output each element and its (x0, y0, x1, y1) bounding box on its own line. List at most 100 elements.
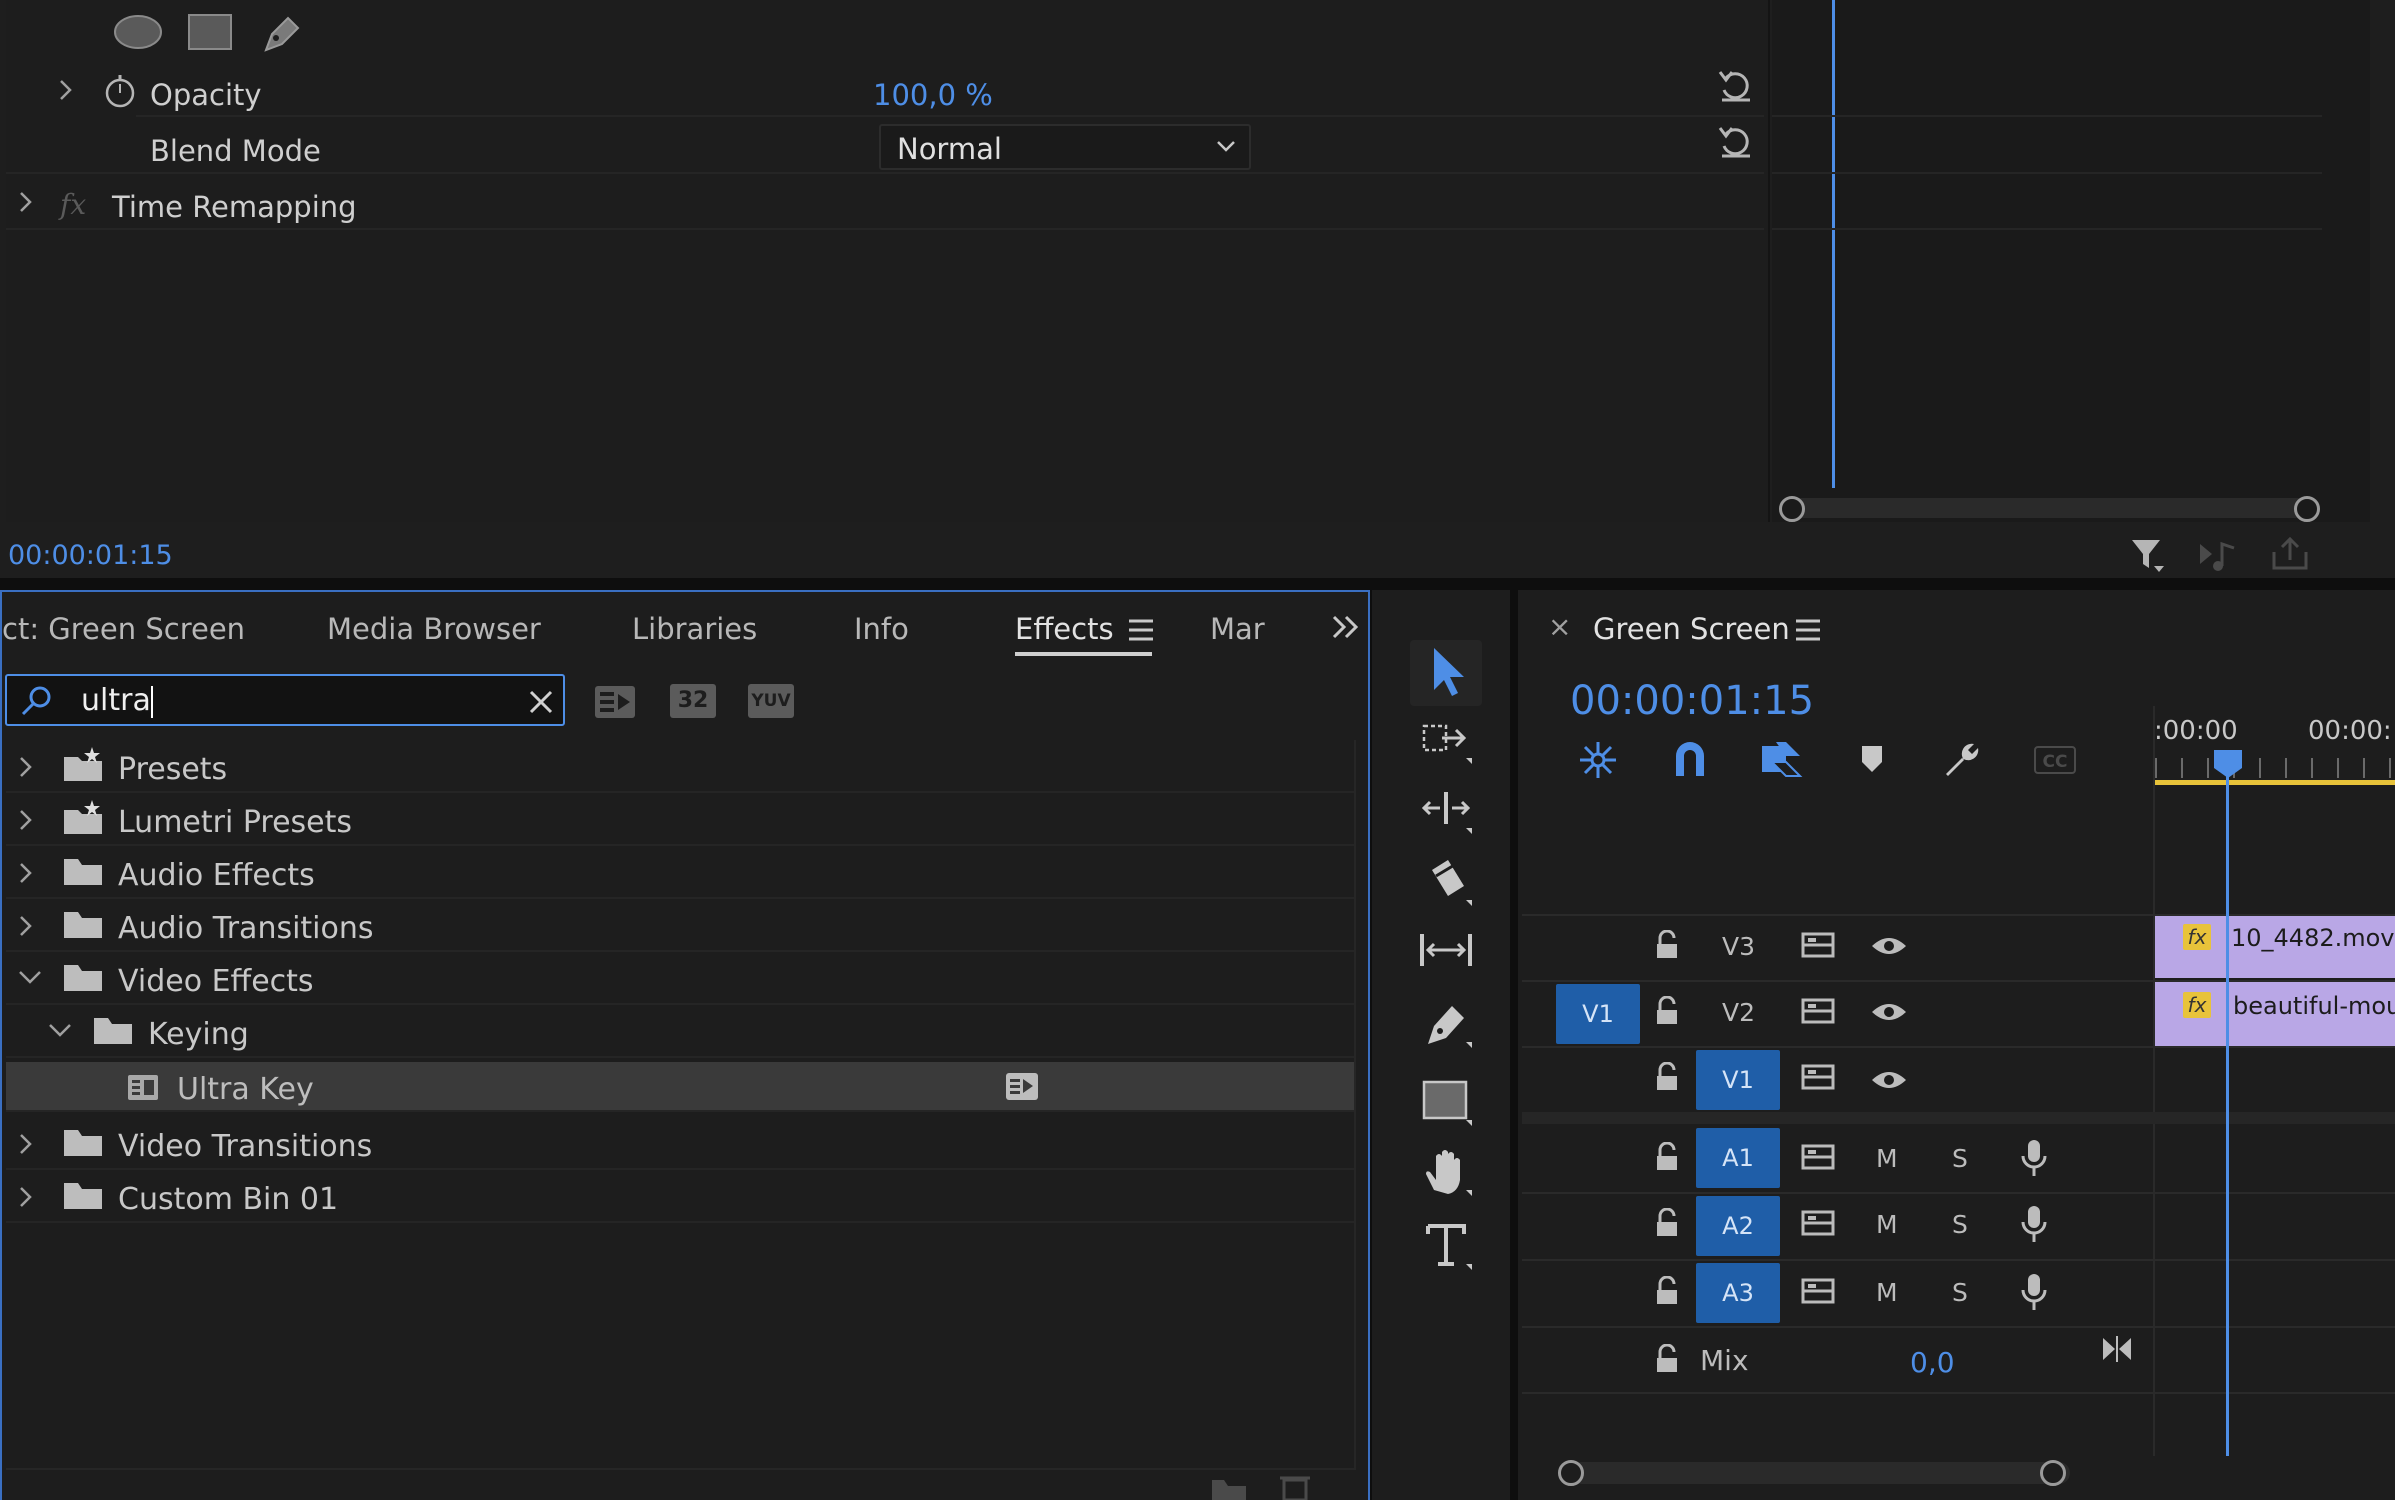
tab-markers[interactable]: Mar (1210, 612, 1266, 646)
tree-row-video-transitions[interactable]: Video Transitions (6, 1118, 1354, 1170)
sequence-timecode[interactable]: 00:00:01:15 (1570, 678, 1814, 724)
scrollbar-handle-right[interactable] (2040, 1460, 2066, 1486)
mute-button-a3[interactable]: M (1876, 1278, 1898, 1307)
tree-row-audio-effects[interactable]: Audio Effects (6, 847, 1354, 899)
track-target-a2[interactable]: A2 (1696, 1196, 1780, 1256)
opacity-value[interactable]: 100,0 % (873, 78, 993, 112)
effects-search-field[interactable]: ultra (5, 674, 565, 726)
slip-tool-icon[interactable] (1416, 926, 1478, 982)
mix-track-icon[interactable] (2100, 1334, 2134, 1364)
solo-button-a2[interactable]: S (1952, 1210, 1968, 1239)
track-target-a1[interactable]: A1 (1696, 1128, 1780, 1188)
source-patch-v1[interactable]: V1 (1556, 984, 1640, 1044)
tab-project[interactable]: ct: Green Screen (2, 612, 245, 646)
work-area-bar[interactable] (2155, 780, 2395, 785)
mute-button-a1[interactable]: M (1876, 1144, 1898, 1173)
filter-icon[interactable] (2128, 536, 2168, 576)
sync-lock-icon[interactable] (1800, 1142, 1836, 1172)
toggle-track-output-eye-icon[interactable] (1870, 934, 1908, 958)
sequence-menu-icon[interactable] (1793, 616, 1823, 644)
clear-search-icon[interactable] (527, 688, 555, 716)
blend-mode-dropdown[interactable]: Normal (879, 124, 1251, 170)
voice-over-mic-icon[interactable] (2020, 1272, 2048, 1312)
lock-track-icon[interactable] (1654, 1344, 1680, 1374)
timeline-settings-wrench-icon[interactable] (1940, 738, 1984, 782)
lock-track-icon[interactable] (1654, 1142, 1680, 1172)
voice-over-mic-icon[interactable] (2020, 1204, 2048, 1244)
trash-icon[interactable] (1278, 1474, 1312, 1500)
stopwatch-icon[interactable] (102, 72, 138, 110)
scrollbar-handle-left[interactable] (1558, 1460, 1584, 1486)
solo-button-a3[interactable]: S (1952, 1278, 1968, 1307)
hand-tool-icon[interactable] (1420, 1146, 1476, 1202)
sync-lock-icon[interactable] (1800, 1276, 1836, 1306)
rectangle-tool-icon[interactable] (1420, 1076, 1476, 1132)
tab-media-browser[interactable]: Media Browser (327, 612, 541, 646)
expand-chevron-icon[interactable] (16, 912, 36, 940)
tree-row-ultra-key[interactable]: Ultra Key (6, 1062, 1354, 1112)
tab-effects[interactable]: Effects (1015, 612, 1114, 646)
pen-tool-icon[interactable] (1420, 998, 1476, 1054)
tree-row-custom-bin[interactable]: Custom Bin 01 (6, 1171, 1354, 1223)
reset-parameter-icon[interactable] (1716, 122, 1756, 160)
expand-chevron-icon[interactable] (56, 76, 76, 104)
sync-lock-icon[interactable] (1800, 930, 1836, 960)
tree-row-video-effects[interactable]: Video Effects (6, 953, 1354, 1005)
expand-chevron-icon[interactable] (16, 859, 36, 887)
reset-parameter-icon[interactable] (1716, 66, 1756, 104)
mix-volume-value[interactable]: 0,0 (1910, 1346, 1955, 1379)
ellipse-mask-icon[interactable] (112, 12, 164, 52)
tab-libraries[interactable]: Libraries (632, 612, 757, 646)
search-input[interactable]: ultra (81, 683, 153, 718)
lock-track-icon[interactable] (1654, 930, 1680, 960)
ruler-ticks[interactable] (2155, 758, 2395, 778)
ripple-edit-tool-icon[interactable] (1420, 784, 1476, 840)
collapse-chevron-icon[interactable] (16, 967, 44, 989)
track-target-a3[interactable]: A3 (1696, 1263, 1780, 1323)
sync-lock-icon[interactable] (1800, 1208, 1836, 1238)
effect-controls-timecode[interactable]: 00:00:01:15 (8, 540, 173, 571)
tab-info[interactable]: Info (854, 612, 909, 646)
lock-track-icon[interactable] (1654, 1276, 1680, 1306)
expand-chevron-icon[interactable] (16, 753, 36, 781)
track-name-v2[interactable]: V2 (1722, 998, 1755, 1027)
razor-tool-icon[interactable] (1420, 856, 1476, 912)
track-name-v3[interactable]: V3 (1722, 932, 1755, 961)
expand-chevron-icon[interactable] (16, 806, 36, 834)
play-audio-icon[interactable] (2196, 536, 2240, 576)
accelerated-effects-icon[interactable] (592, 680, 638, 722)
toggle-track-output-eye-icon[interactable] (1870, 1068, 1908, 1092)
zoom-scrollbar[interactable] (1790, 498, 2310, 518)
collapse-chevron-icon[interactable] (46, 1020, 74, 1042)
toggle-track-output-eye-icon[interactable] (1870, 1000, 1908, 1024)
tree-row-audio-transitions[interactable]: Audio Transitions (6, 900, 1354, 952)
snap-magnet-icon[interactable] (1670, 738, 1710, 782)
32-bit-filter-button[interactable]: 32 (670, 684, 716, 718)
track-target-v1[interactable]: V1 (1696, 1050, 1780, 1110)
expand-chevron-icon[interactable] (16, 188, 36, 216)
export-icon[interactable] (2268, 534, 2312, 574)
expand-chevron-icon[interactable] (16, 1130, 36, 1158)
track-select-tool-icon[interactable] (1420, 714, 1476, 770)
new-bin-icon[interactable] (1210, 1476, 1250, 1500)
more-tabs-icon[interactable] (1330, 612, 1362, 642)
tree-row-keying[interactable]: Keying (6, 1006, 1354, 1058)
nest-sequence-icon[interactable] (1576, 738, 1620, 782)
sync-lock-icon[interactable] (1800, 996, 1836, 1026)
lock-track-icon[interactable] (1654, 1062, 1680, 1092)
lock-track-icon[interactable] (1654, 1208, 1680, 1238)
sync-lock-icon[interactable] (1800, 1062, 1836, 1092)
fx-toggle[interactable]: fx (60, 188, 86, 221)
timeline-clip[interactable]: fx 10_4482.mov (2155, 916, 2395, 978)
selection-tool-icon[interactable] (1424, 644, 1472, 700)
yuv-filter-button[interactable]: YUV (748, 684, 794, 718)
solo-button-a1[interactable]: S (1952, 1144, 1968, 1173)
add-marker-icon[interactable] (1860, 744, 1884, 776)
lock-track-icon[interactable] (1654, 996, 1680, 1026)
effect-controls-mini-timeline[interactable] (1772, 0, 2370, 522)
tree-row-lumetri-presets[interactable]: Lumetri Presets (6, 794, 1354, 846)
voice-over-mic-icon[interactable] (2020, 1138, 2048, 1178)
panel-menu-icon[interactable] (1126, 616, 1156, 644)
sequence-tab-name[interactable]: Green Screen (1593, 612, 1790, 646)
timeline-zoom-scrollbar[interactable] (1570, 1462, 2070, 1484)
